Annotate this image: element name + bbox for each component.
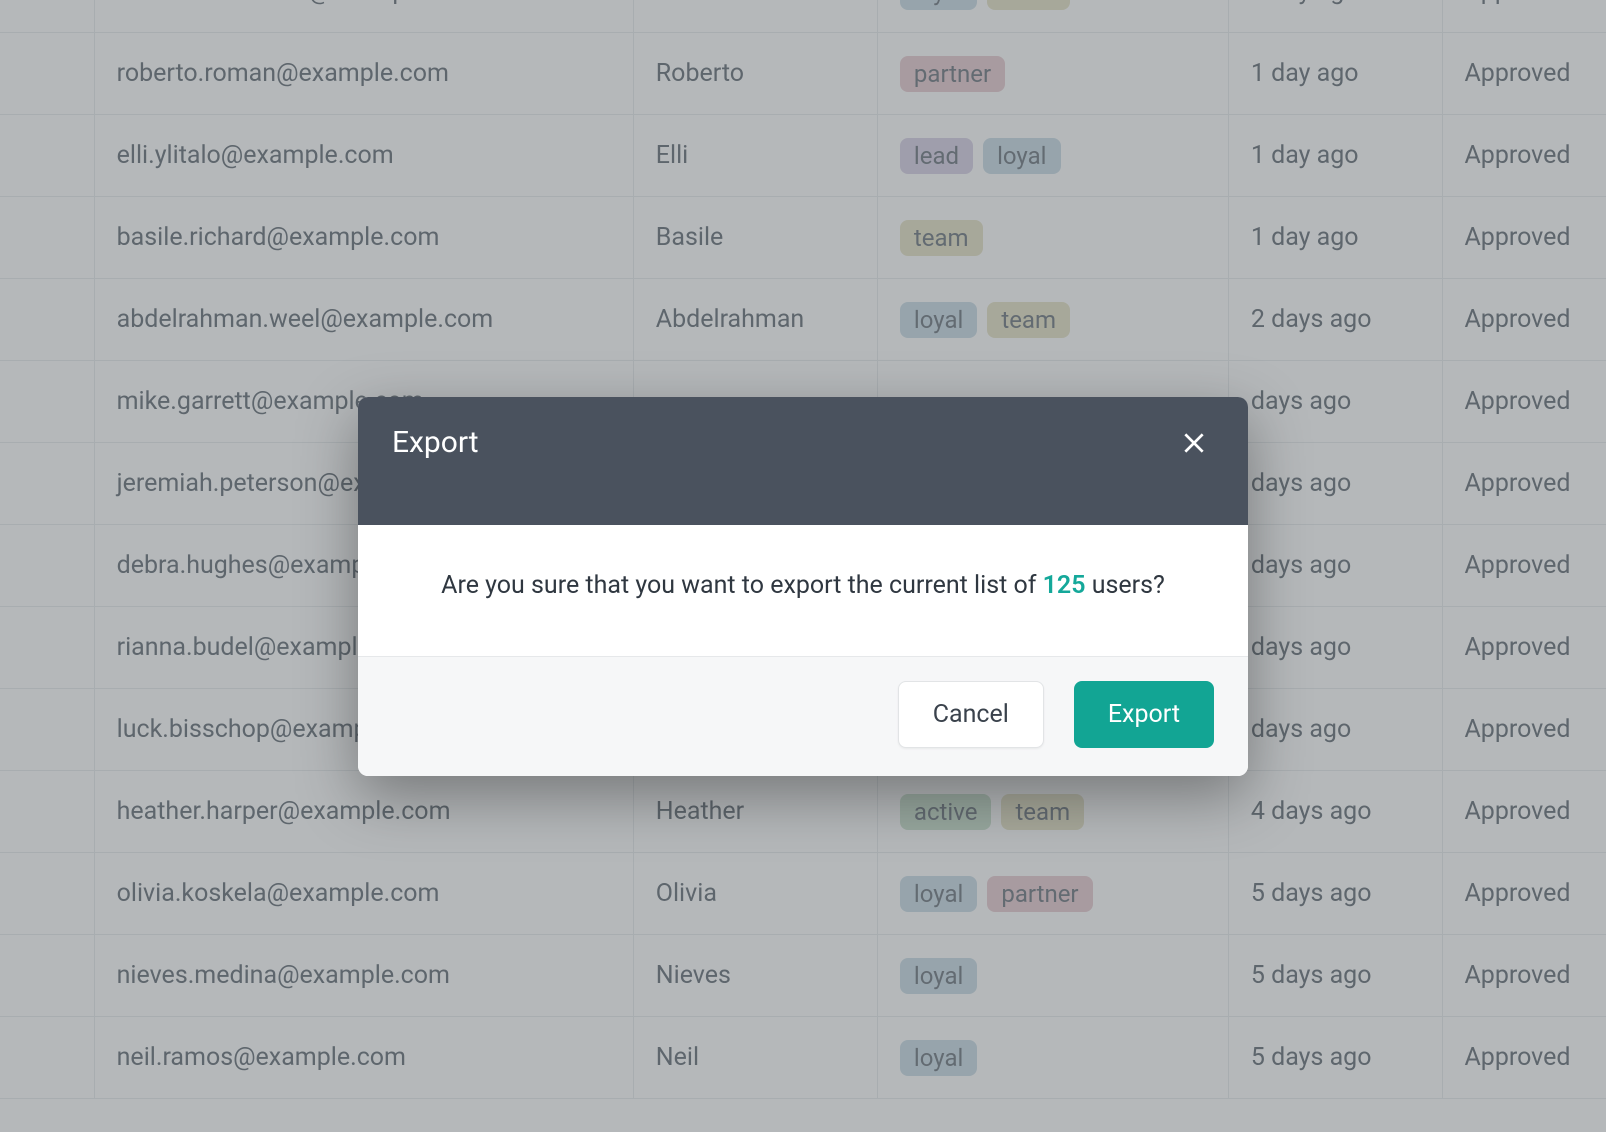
export-button[interactable]: Export (1074, 681, 1214, 748)
export-modal: Export Are you sure that you want to exp… (358, 397, 1248, 776)
cancel-button[interactable]: Cancel (898, 681, 1044, 748)
modal-body-prefix: Are you sure that you want to export the… (441, 571, 1043, 600)
modal-body-suffix: users? (1086, 571, 1165, 600)
close-icon (1181, 430, 1207, 456)
modal-header: Export (358, 397, 1248, 525)
modal-title: Export (392, 425, 479, 460)
modal-overlay[interactable]: Export Are you sure that you want to exp… (0, 0, 1606, 1132)
close-button[interactable] (1174, 423, 1214, 463)
modal-footer: Cancel Export (358, 657, 1248, 776)
modal-body: Are you sure that you want to export the… (358, 525, 1248, 657)
modal-user-count: 125 (1043, 571, 1086, 600)
